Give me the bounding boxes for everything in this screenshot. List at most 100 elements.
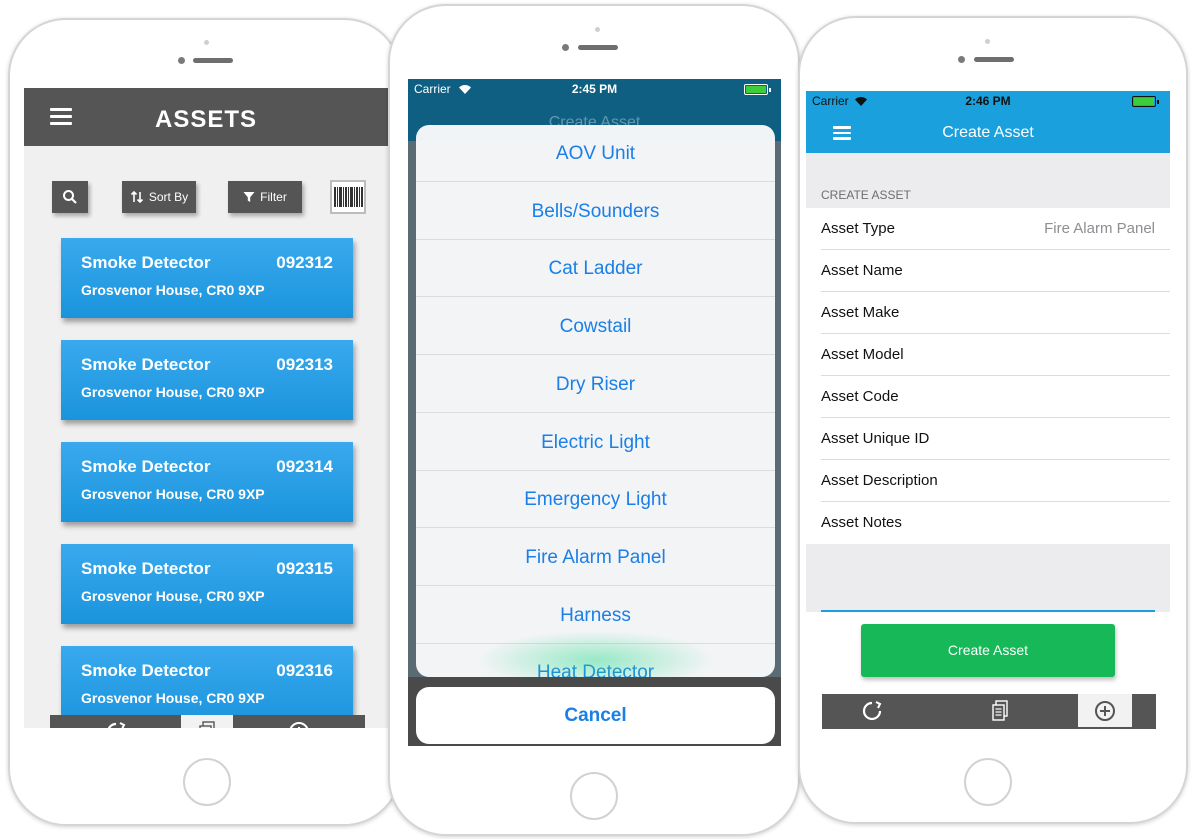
home-button[interactable] — [183, 758, 231, 806]
asset-code: 092313 — [276, 355, 333, 374]
documents-icon — [199, 720, 215, 728]
form-row[interactable]: Asset Code — [806, 376, 1170, 418]
asset-code: 092316 — [276, 661, 333, 680]
asset-code: 092314 — [276, 457, 333, 476]
home-button[interactable] — [964, 758, 1012, 806]
sensor-dot — [204, 40, 209, 45]
cancel-button[interactable]: Cancel — [416, 687, 775, 744]
asset-address: Grosvenor House, CR0 9XP — [81, 588, 265, 604]
field-label: Asset Code — [821, 388, 899, 405]
sensor-dot — [595, 27, 600, 32]
form-footer-bg — [806, 544, 1170, 612]
assets-screen: ASSETS Sort By Filter Smoke Detector 0923… — [24, 88, 388, 728]
form-row[interactable]: Asset Name — [806, 250, 1170, 292]
page-title: Create Asset — [942, 124, 1034, 141]
sync-icon — [862, 700, 882, 720]
sync-icon — [107, 721, 125, 728]
search-icon — [63, 190, 77, 204]
asset-name: Smoke Detector — [81, 559, 211, 578]
sensor-dot — [985, 39, 990, 44]
asset-name: Smoke Detector — [81, 253, 211, 272]
status-time: 2:45 PM — [571, 82, 618, 96]
sort-by-label: Sort By — [148, 190, 189, 204]
field-label: Asset Model — [821, 346, 904, 363]
asset-name: Smoke Detector — [81, 457, 211, 476]
sort-by-button[interactable]: Sort By — [122, 181, 196, 213]
tab-add[interactable] — [1078, 694, 1132, 727]
create-asset-screen: Carrier 2:46 PM Create Asset CREATE ASSE… — [806, 91, 1170, 731]
camera-icon — [562, 44, 569, 51]
asset-card[interactable]: Smoke Detector 092316 Grosvenor House, CR0… — [61, 646, 353, 726]
tab-documents[interactable] — [181, 715, 233, 728]
phone-frame-assets: ASSETS Sort By Filter Smoke Detector 0923… — [8, 18, 402, 826]
speaker-grille — [578, 45, 618, 50]
filter-label: Filter — [260, 190, 287, 204]
asset-address: Grosvenor House, CR0 9XP — [81, 282, 265, 298]
action-sheet-option[interactable]: Bells/Sounders — [416, 183, 775, 240]
camera-icon — [958, 56, 965, 63]
action-sheet-option[interactable]: Cat Ladder — [416, 240, 775, 298]
action-sheet-option[interactable]: Electric Light — [416, 414, 775, 471]
speaker-grille — [193, 58, 233, 63]
field-value: Fire Alarm Panel — [1044, 220, 1155, 237]
action-sheet-option[interactable]: Dry Riser — [416, 356, 775, 413]
tab-sync[interactable] — [50, 715, 181, 728]
form-row[interactable]: Asset Description — [806, 460, 1170, 502]
asset-code: 092312 — [276, 253, 333, 272]
battery-icon — [1132, 96, 1159, 107]
create-asset-header: Carrier 2:46 PM Create Asset — [806, 91, 1170, 153]
status-bar: Carrier 2:45 PM — [408, 79, 781, 99]
tab-sync[interactable] — [822, 694, 922, 727]
camera-icon — [178, 57, 185, 64]
filter-icon — [243, 192, 255, 202]
asset-card[interactable]: Smoke Detector 092312 Grosvenor House, CR0… — [61, 238, 353, 318]
page-title: ASSETS — [154, 106, 258, 133]
barcode-icon — [333, 187, 363, 207]
form-row[interactable]: Asset Type Fire Alarm Panel — [806, 208, 1170, 250]
documents-icon — [992, 699, 1008, 721]
asset-card[interactable]: Smoke Detector 092314 Grosvenor House, CR0… — [61, 442, 353, 522]
action-sheet-option[interactable]: Fire Alarm Panel — [416, 529, 775, 586]
field-label: Asset Description — [821, 472, 938, 489]
asset-address: Grosvenor House, CR0 9XP — [81, 690, 265, 706]
section-label: CREATE ASSET — [821, 188, 911, 202]
status-time: 2:46 PM — [965, 94, 1011, 108]
asset-type-action-sheet: AOV Unit Bells/Sounders Cat Ladder Cowstail… — [416, 125, 775, 677]
barcode-scan-button[interactable] — [330, 180, 366, 214]
divider-line — [821, 610, 1155, 612]
home-button[interactable] — [570, 772, 618, 820]
asset-card[interactable]: Smoke Detector 092315 Grosvenor House, CR0… — [61, 544, 353, 624]
tab-documents[interactable] — [922, 694, 1078, 727]
bottom-tab-bar — [50, 715, 365, 728]
form-row[interactable]: Asset Model — [806, 334, 1170, 376]
form-row[interactable]: Asset Notes — [806, 502, 1170, 544]
asset-address: Grosvenor House, CR0 9XP — [81, 384, 265, 400]
form-row[interactable]: Asset Unique ID — [806, 418, 1170, 460]
status-bar: Carrier 2:46 PM — [806, 91, 1170, 111]
asset-address: Grosvenor House, CR0 9XP — [81, 486, 265, 502]
action-sheet-option[interactable]: AOV Unit — [416, 125, 775, 182]
speaker-grille — [974, 57, 1014, 62]
filter-button[interactable]: Filter — [228, 181, 302, 213]
bottom-tab-bar — [822, 694, 1156, 729]
action-sheet-option[interactable]: Emergency Light — [416, 471, 775, 529]
field-label: Asset Make — [821, 304, 900, 321]
asset-type-screen: Create Asset Carrier 2:45 PM AOV Unit Bel… — [408, 79, 781, 746]
asset-name: Smoke Detector — [81, 355, 211, 374]
battery-icon — [744, 84, 771, 95]
phone-frame-create-asset: Carrier 2:46 PM Create Asset CREATE ASSE… — [798, 16, 1188, 824]
asset-card[interactable]: Smoke Detector 092313 Grosvenor House, CR0… — [61, 340, 353, 420]
sort-icon — [130, 190, 143, 204]
field-label: Asset Unique ID — [821, 430, 930, 447]
tab-add[interactable] — [233, 715, 365, 728]
create-asset-button[interactable]: Create Asset — [861, 624, 1115, 677]
field-label: Asset Notes — [821, 514, 902, 531]
action-sheet-option[interactable]: Cowstail — [416, 298, 775, 356]
field-label: Asset Type — [821, 220, 895, 237]
add-circle-icon — [1095, 700, 1115, 721]
form-row[interactable]: Asset Make — [806, 292, 1170, 334]
touch-highlight — [476, 630, 716, 677]
add-circle-icon — [289, 721, 309, 728]
search-button[interactable] — [52, 181, 88, 213]
phone-frame-asset-type-picker: Create Asset Carrier 2:45 PM AOV Unit Bel… — [388, 4, 800, 836]
